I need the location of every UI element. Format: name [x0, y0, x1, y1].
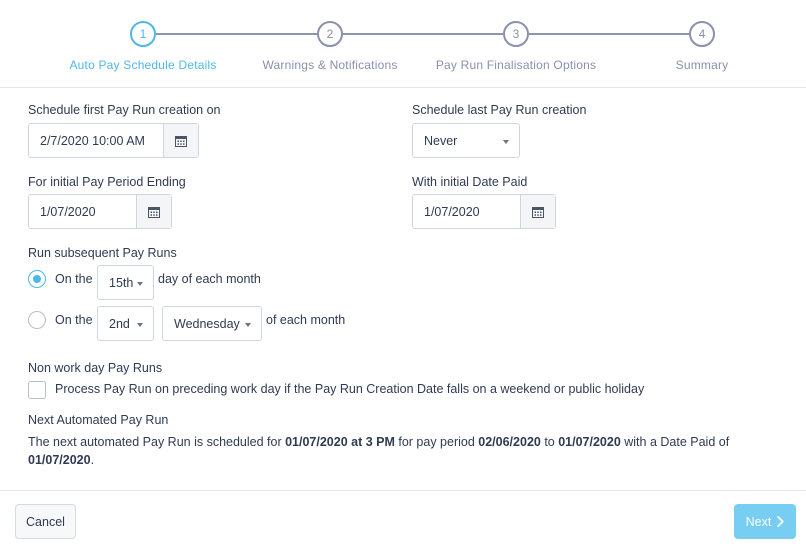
last-creation-label: Schedule last Pay Run creation — [412, 103, 587, 117]
period-end-date: 01/07/2020 — [558, 435, 621, 449]
non-work-day-label: Non work day Pay Runs — [28, 361, 163, 375]
calendar-icon — [175, 135, 187, 147]
summary-text: to — [540, 435, 559, 449]
initial-period-ending-value[interactable]: 1/07/2020 — [29, 195, 136, 228]
scheduled-datetime: 01/07/2020 at 3 PM — [285, 435, 395, 449]
summary-text: . — [90, 453, 95, 467]
option1-suffix: day of each month — [158, 272, 261, 286]
last-creation-select[interactable]: Never — [412, 123, 520, 158]
step-1-label: Auto Pay Schedule Details — [69, 58, 217, 72]
first-creation-label: Schedule first Pay Run creation on — [28, 103, 221, 117]
wizard-stepper: 1 2 3 4 Auto Pay Schedule Details Warnin… — [0, 0, 806, 88]
initial-date-paid-field[interactable]: 1/07/2020 — [412, 194, 556, 229]
weekday-of-month-radio[interactable] — [28, 311, 46, 329]
chevron-down-icon — [137, 282, 143, 286]
subsequent-runs-label: Run subsequent Pay Runs — [28, 246, 177, 260]
next-button-label: Next — [745, 514, 772, 529]
step-connector — [156, 33, 317, 35]
step-2-label: Warnings & Notifications — [262, 58, 398, 72]
initial-date-paid-label: With initial Date Paid — [412, 175, 528, 189]
step-connector — [529, 33, 689, 35]
date-paid: 01/07/2020 — [28, 453, 91, 467]
first-creation-datetime-field[interactable]: 2/7/2020 10:00 AM — [28, 123, 199, 158]
preceding-work-day-label: Process Pay Run on preceding work day if… — [55, 382, 645, 396]
day-of-month-value: 15th — [109, 275, 134, 290]
dialog-footer: Cancel Next — [0, 490, 806, 553]
day-of-month-radio[interactable] — [28, 270, 46, 288]
initial-date-paid-calendar-button[interactable] — [520, 195, 555, 228]
calendar-icon — [532, 206, 544, 218]
next-button[interactable]: Next — [734, 504, 796, 539]
option2-prefix: On the — [55, 313, 93, 327]
calendar-icon — [148, 206, 160, 218]
preceding-work-day-checkbox[interactable] — [28, 381, 46, 399]
initial-period-ending-field[interactable]: 1/07/2020 — [28, 194, 172, 229]
first-creation-value[interactable]: 2/7/2020 10:00 AM — [29, 124, 163, 157]
summary-text: for pay period — [394, 435, 479, 449]
chevron-down-icon — [245, 323, 251, 327]
chevron-down-icon — [503, 140, 509, 144]
next-run-summary: The next automated Pay Run is scheduled … — [28, 433, 778, 469]
cancel-button[interactable]: Cancel — [15, 504, 76, 539]
option2-suffix: of each month — [266, 313, 346, 327]
step-2-circle: 2 — [317, 21, 343, 47]
chevron-down-icon — [137, 323, 143, 327]
day-of-month-select[interactable]: 15th — [97, 265, 154, 300]
ordinal-select[interactable]: 2nd — [97, 306, 154, 341]
option1-prefix: On the — [55, 272, 93, 286]
last-creation-value: Never — [424, 133, 458, 148]
period-start-date: 02/06/2020 — [478, 435, 541, 449]
weekday-value: Wednesday — [174, 316, 240, 331]
step-4-circle: 4 — [689, 21, 715, 47]
chevron-right-icon — [777, 516, 785, 527]
step-3-circle: 3 — [503, 21, 529, 47]
next-run-heading: Next Automated Pay Run — [28, 413, 169, 427]
step-1-circle: 1 — [130, 21, 156, 47]
first-creation-calendar-button[interactable] — [163, 124, 198, 157]
step-3-label: Pay Run Finalisation Options — [435, 58, 597, 72]
summary-text: The next automated Pay Run is scheduled … — [28, 435, 286, 449]
ordinal-value: 2nd — [109, 316, 130, 331]
summary-text: with a Date Paid of — [620, 435, 730, 449]
step-4-label: Summary — [675, 58, 729, 72]
initial-period-ending-label: For initial Pay Period Ending — [28, 175, 186, 189]
step-connector — [343, 33, 503, 35]
weekday-select[interactable]: Wednesday — [162, 306, 262, 341]
initial-date-paid-value[interactable]: 1/07/2020 — [413, 195, 520, 228]
initial-period-ending-calendar-button[interactable] — [136, 195, 171, 228]
